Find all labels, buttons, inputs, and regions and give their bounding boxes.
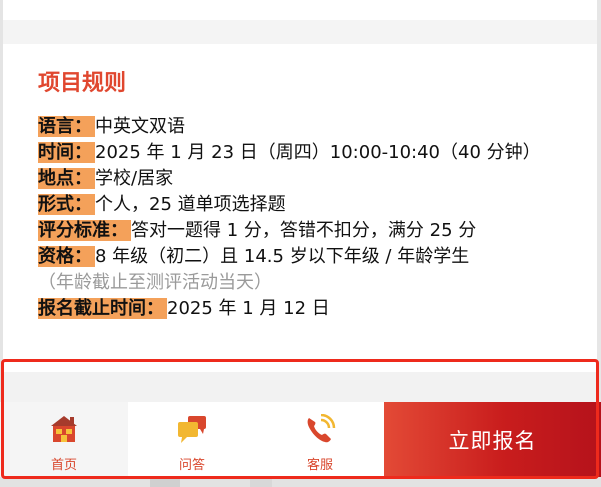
eligibility-note: （年龄截止至测评活动当天）	[38, 272, 272, 293]
signup-button[interactable]: 立即报名	[384, 402, 601, 477]
tab-service-label: 客服	[306, 458, 333, 473]
rule-label: 地点：	[38, 168, 95, 189]
rule-value: 答对一题得 1 分，答错不扣分，满分 25 分	[131, 220, 477, 241]
rule-label: 形式：	[38, 194, 95, 215]
top-divider	[3, 20, 597, 44]
rule-value: 个人，25 道单项选择题	[95, 194, 286, 215]
tab-home[interactable]: 首页	[0, 402, 128, 477]
rule-label: 时间：	[38, 142, 95, 163]
rule-deadline: 报名截止时间： 2025 年 1 月 12 日	[38, 296, 578, 322]
rule-value: 2025 年 1 月 12 日	[167, 298, 330, 319]
rule-eligibility: 资格： 8 年级（初二）且 14.5 岁以下年级 / 年龄学生	[38, 244, 578, 270]
tab-qa[interactable]: 问答	[128, 402, 256, 477]
tab-qa-label: 问答	[178, 458, 205, 473]
rule-language: 语言： 中英文双语	[38, 114, 578, 140]
phone-icon	[304, 413, 336, 448]
rule-label: 资格：	[38, 246, 95, 267]
section-divider	[3, 372, 597, 402]
rule-location: 地点： 学校/居家	[38, 166, 578, 192]
rules-section: 项目规则 语言： 中英文双语 时间： 2025 年 1 月 23 日（周四）10:0…	[38, 66, 578, 322]
rule-format: 形式： 个人，25 道单项选择题	[38, 192, 578, 218]
rule-value: 学校/居家	[95, 168, 174, 189]
rule-label: 语言：	[38, 116, 95, 137]
chat-bubbles-icon	[176, 414, 208, 448]
rule-time: 时间： 2025 年 1 月 23 日（周四）10:00-10:40（40 分钟）	[38, 140, 578, 166]
rule-value: 8 年级（初二）且 14.5 岁以下年级 / 年龄学生	[95, 246, 470, 267]
bottom-edge-mark	[250, 477, 272, 487]
bottom-tab-bar: 首页 问答 客服 立即报名	[0, 402, 601, 477]
tab-home-label: 首页	[50, 458, 77, 473]
bottom-edge-mark	[150, 477, 180, 487]
rule-label: 评分标准：	[38, 220, 131, 241]
rules-title: 项目规则	[38, 71, 127, 96]
rule-value: 中英文双语	[95, 116, 185, 137]
house-icon	[49, 414, 79, 448]
bottom-edge	[0, 477, 601, 487]
rule-value: 2025 年 1 月 23 日（周四）10:00-10:40（40 分钟）	[95, 142, 541, 163]
rule-scoring: 评分标准： 答对一题得 1 分，答错不扣分，满分 25 分	[38, 218, 578, 244]
tab-service[interactable]: 客服	[256, 402, 384, 477]
rule-label: 报名截止时间：	[38, 298, 167, 319]
